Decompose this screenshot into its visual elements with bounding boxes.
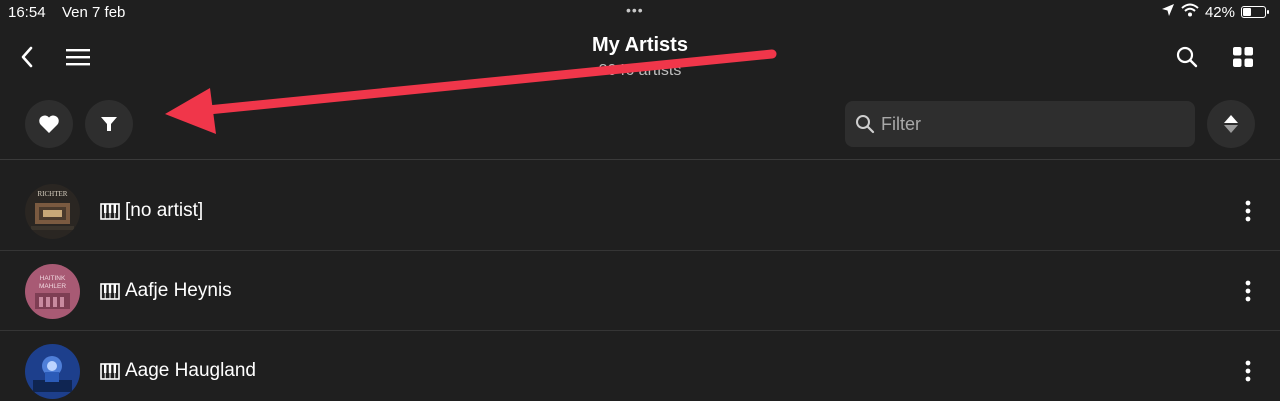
multitasking-dots[interactable]: ••• (626, 2, 644, 18)
wifi-icon (1181, 3, 1199, 21)
avatar-label: RICHTER (38, 190, 68, 198)
search-icon (855, 114, 875, 134)
avatar-label: HAITINK (40, 275, 66, 282)
artist-name: Aafje Heynis (125, 280, 232, 301)
grid-view-icon (1233, 47, 1253, 67)
list-item[interactable]: Aage Haugland (0, 331, 1280, 401)
piano-icon (100, 283, 120, 300)
status-indicators: 42% (1161, 3, 1269, 21)
avatar: RICHTER (25, 184, 80, 239)
avatar-label: MAHLER (39, 283, 66, 290)
search-button[interactable] (1170, 42, 1204, 72)
avatar (25, 344, 80, 399)
filter-button[interactable] (85, 100, 133, 148)
favorites-button[interactable] (25, 100, 73, 148)
toolbar-divider (0, 159, 1280, 160)
more-vertical-icon (1245, 280, 1251, 302)
battery-percentage: 42% (1204, 3, 1235, 21)
page-title: My Artists (592, 34, 688, 56)
sort-button[interactable] (1207, 100, 1255, 148)
artist-count: 3046 artists (598, 62, 682, 79)
grid-view-button[interactable] (1226, 42, 1260, 72)
avatar: HAITINK MAHLER (25, 264, 80, 319)
funnel-icon (101, 117, 117, 131)
list-toolbar (0, 100, 1280, 148)
status-time: 16:54 (8, 4, 46, 21)
status-date: Ven 7 feb (62, 4, 126, 21)
list-item[interactable]: RICHTER [no artist] (0, 171, 1280, 251)
battery-icon (1241, 6, 1269, 18)
filter-input[interactable] (881, 113, 1181, 135)
sort-icon (1224, 115, 1238, 133)
more-options-button[interactable] (1236, 277, 1260, 305)
search-icon (1176, 46, 1198, 68)
filter-field[interactable] (845, 101, 1195, 147)
artist-name: Aage Haugland (125, 360, 256, 381)
list-item[interactable]: HAITINK MAHLER Aafje Heynis (0, 251, 1280, 331)
more-vertical-icon (1245, 360, 1251, 382)
artist-name: [no artist] (125, 200, 204, 221)
status-bar: 16:54 Ven 7 feb ••• 42% (0, 0, 1280, 24)
heart-icon (39, 115, 59, 133)
app-header: My Artists 3046 artists (0, 30, 1280, 90)
more-vertical-icon (1245, 200, 1251, 222)
battery-level-fill (1243, 8, 1252, 16)
more-options-button[interactable] (1236, 197, 1260, 225)
more-options-button[interactable] (1236, 357, 1260, 385)
piano-icon (100, 203, 120, 220)
piano-icon (100, 363, 120, 380)
location-icon (1161, 3, 1175, 21)
